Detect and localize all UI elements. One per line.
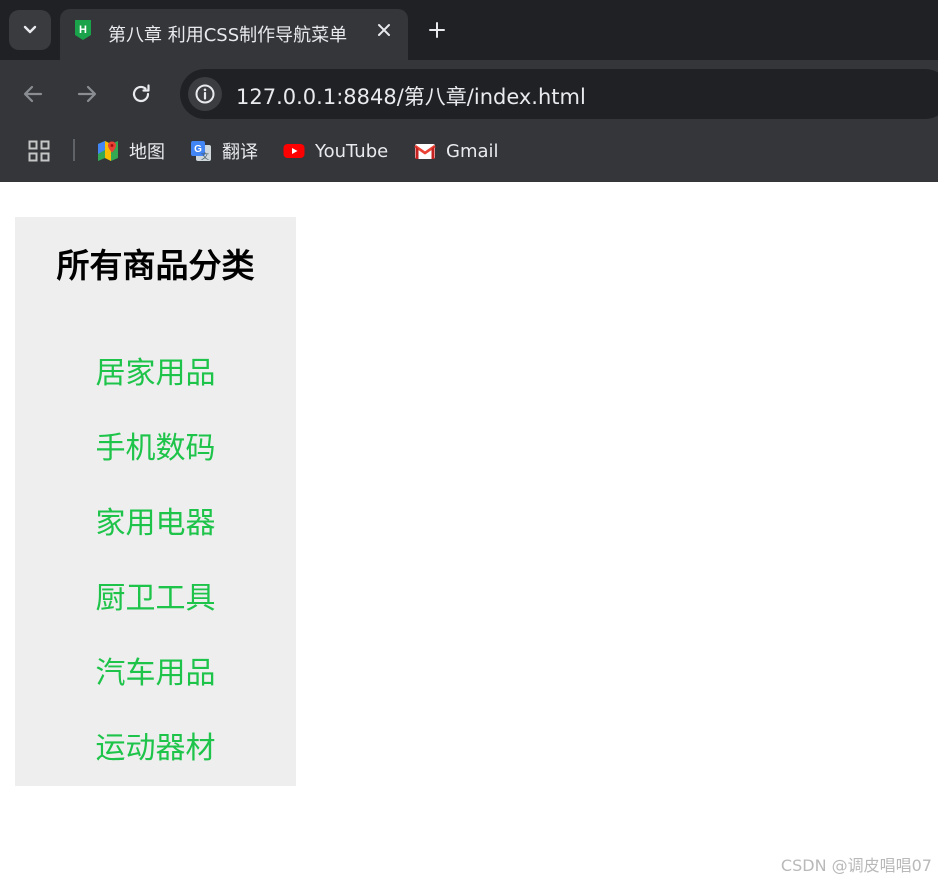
reload-icon bbox=[132, 84, 150, 103]
site-info-button[interactable] bbox=[188, 77, 222, 111]
plus-icon bbox=[429, 22, 445, 38]
tab-strip: H 第八章 利用CSS制作导航菜单 bbox=[0, 0, 938, 60]
hbuilder-h-icon: H bbox=[75, 20, 91, 40]
bookmarks-divider bbox=[73, 139, 75, 161]
bookmark-label: 翻译 bbox=[222, 142, 258, 163]
info-icon bbox=[195, 84, 215, 104]
arrow-right-icon bbox=[77, 85, 97, 103]
reload-button[interactable] bbox=[129, 82, 153, 106]
tab-search-button[interactable] bbox=[9, 10, 51, 50]
bookmark-label: YouTube bbox=[315, 140, 389, 162]
bookmarks-bar: 地图 G 文 翻译 YouTube Gmail bbox=[0, 128, 938, 182]
close-icon bbox=[378, 24, 390, 36]
new-tab-button[interactable] bbox=[425, 18, 449, 42]
bookmark-translate[interactable]: G 文 翻译 bbox=[190, 138, 258, 164]
category-link-phones-digital[interactable]: 手机数码 bbox=[15, 424, 296, 499]
browser-toolbar: 127.0.0.1:8848/第八章/index.html bbox=[0, 60, 938, 128]
tab-title: 第八章 利用CSS制作导航菜单 bbox=[108, 25, 348, 46]
google-maps-icon bbox=[98, 141, 118, 161]
bookmark-label: Gmail bbox=[446, 140, 499, 162]
arrow-left-icon bbox=[23, 85, 43, 103]
tab-active[interactable]: H 第八章 利用CSS制作导航菜单 bbox=[60, 9, 408, 60]
bookmark-youtube[interactable]: YouTube bbox=[283, 138, 388, 164]
favicon-letter: H bbox=[79, 24, 87, 36]
category-link-appliances[interactable]: 家用电器 bbox=[15, 499, 296, 574]
category-list: 居家用品 手机数码 家用电器 厨卫工具 汽车用品 运动器材 bbox=[15, 349, 296, 799]
tab-close-button[interactable] bbox=[374, 20, 394, 40]
category-link-auto-goods[interactable]: 汽车用品 bbox=[15, 649, 296, 724]
category-nav-panel: 所有商品分类 居家用品 手机数码 家用电器 厨卫工具 汽车用品 运动器材 bbox=[15, 217, 296, 786]
csdn-watermark: CSDN @调皮唱唱07 bbox=[780, 856, 932, 875]
forward-button[interactable] bbox=[75, 82, 99, 106]
category-link-sports-equipment[interactable]: 运动器材 bbox=[15, 724, 296, 799]
address-bar[interactable]: 127.0.0.1:8848/第八章/index.html bbox=[180, 69, 938, 119]
bookmark-label: 地图 bbox=[129, 142, 165, 163]
bookmark-maps[interactable]: 地图 bbox=[97, 138, 165, 164]
back-button[interactable] bbox=[21, 82, 45, 106]
bookmark-gmail[interactable]: Gmail bbox=[414, 138, 499, 164]
category-link-home-goods[interactable]: 居家用品 bbox=[15, 349, 296, 424]
google-translate-icon: G 文 bbox=[191, 141, 211, 161]
apps-grid-icon[interactable] bbox=[28, 140, 50, 162]
category-heading: 所有商品分类 bbox=[56, 246, 255, 285]
chevron-down-icon bbox=[23, 25, 37, 34]
youtube-icon bbox=[283, 144, 305, 158]
gmail-icon bbox=[414, 144, 436, 159]
url-text[interactable]: 127.0.0.1:8848/第八章/index.html bbox=[236, 81, 586, 111]
category-link-kitchen-bath[interactable]: 厨卫工具 bbox=[15, 574, 296, 649]
svg-text:文: 文 bbox=[201, 151, 209, 161]
